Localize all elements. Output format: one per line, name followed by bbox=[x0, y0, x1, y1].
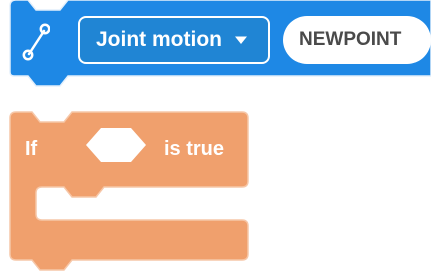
workspace-canvas: Joint motion NEWPOINT If is true bbox=[0, 0, 431, 280]
if-condition-block[interactable]: If is true bbox=[0, 104, 260, 280]
motion-type-label: Joint motion bbox=[96, 28, 222, 51]
condition-input-slot[interactable] bbox=[85, 127, 147, 163]
if-label: If bbox=[25, 138, 38, 160]
chevron-down-icon bbox=[234, 36, 247, 44]
point-name-field[interactable]: NEWPOINT bbox=[283, 16, 431, 64]
joint-motion-block[interactable]: Joint motion NEWPOINT bbox=[0, 0, 431, 88]
motion-type-dropdown[interactable]: Joint motion bbox=[78, 16, 270, 64]
is-true-label: is true bbox=[164, 138, 225, 160]
joint-motion-icon bbox=[22, 23, 50, 61]
point-name-value: NEWPOINT bbox=[299, 29, 402, 50]
